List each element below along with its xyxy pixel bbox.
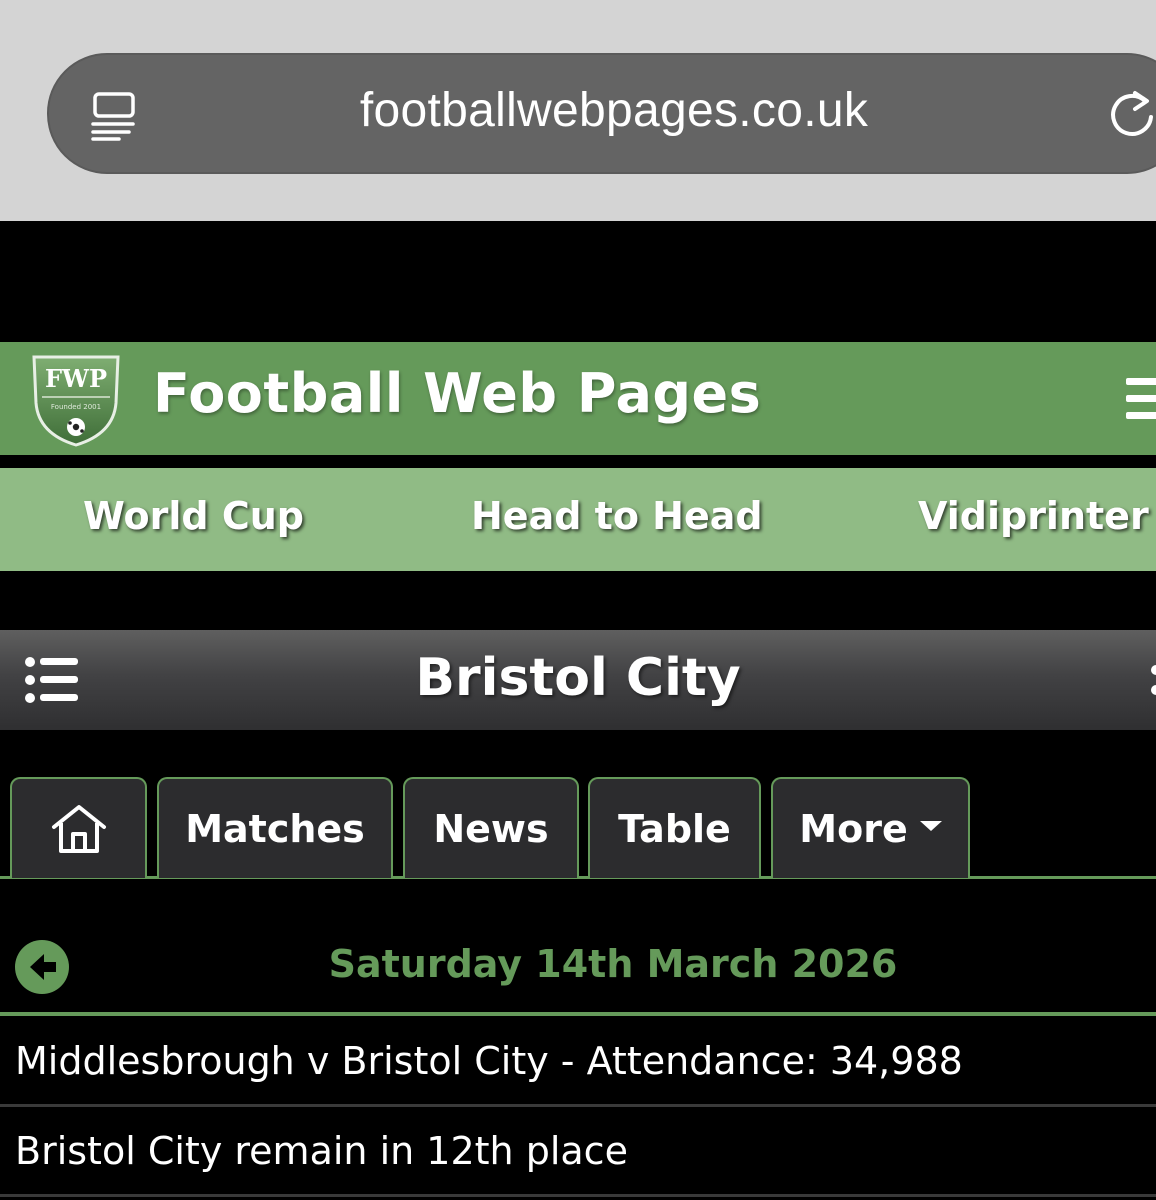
caret-down-icon [919,820,942,831]
news-item[interactable]: Middlesbrough v Bristol City - Attendanc… [0,1017,1156,1105]
fwp-logo[interactable]: FWP Founded 2001 [30,351,122,447]
hamburger-menu-icon[interactable] [1126,374,1156,424]
tab-more-label: More [799,806,908,851]
row-divider [0,1194,1156,1197]
site-title[interactable]: Football Web Pages [153,362,761,425]
team-header: Bristol City [0,630,1156,730]
tab-news[interactable]: News [403,777,579,878]
tab-table-label: Table [618,806,731,851]
news-item-text: Bristol City remain in 12th place [15,1129,628,1173]
tab-news-label: News [433,806,549,851]
tab-matches[interactable]: Matches [157,777,393,878]
browser-toolbar: footballwebpages.co.uk [0,0,1156,221]
page: footballwebpages.co.uk FWP Founded 2001 [0,0,1156,1200]
tab-home[interactable] [10,777,147,878]
logo-subtext: Founded 2001 [51,403,101,411]
nav-vidiprinter[interactable]: Vidiprinter [918,494,1149,538]
news-date: Saturday 14th March 2026 [328,942,898,986]
home-icon [51,804,106,853]
tab-more[interactable]: More [771,777,970,878]
news-item-text: Middlesbrough v Bristol City - Attendanc… [15,1039,963,1083]
team-title: Bristol City [415,648,741,708]
top-nav: World Cup Head to Head Vidiprinter [0,468,1156,571]
tab-matches-label: Matches [185,806,365,851]
reload-icon[interactable] [1107,87,1156,143]
tab-table[interactable]: Table [588,777,761,878]
logo-text: FWP [45,364,107,393]
address-bar[interactable]: footballwebpages.co.uk [47,53,1156,174]
nav-head-to-head[interactable]: Head to Head [471,494,763,538]
site-header: FWP Founded 2001 Football Web Pages [0,342,1156,455]
date-divider [0,1012,1156,1016]
nav-world-cup[interactable]: World Cup [83,494,304,538]
news-item[interactable]: Bristol City remain in 12th place [0,1107,1156,1195]
url-text[interactable]: footballwebpages.co.uk [49,83,1156,138]
options-icon[interactable] [1148,664,1156,696]
